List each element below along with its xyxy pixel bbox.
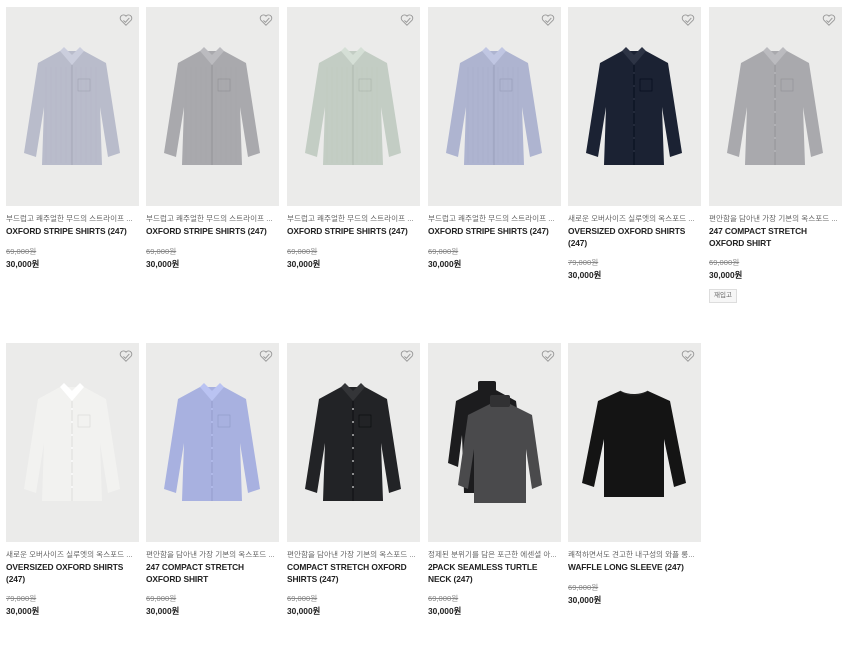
product-card[interactable]: 부드럽고 쾌주얼한 무드의 스트라이프 ... OXFORD STRIPE SH… xyxy=(6,7,139,270)
heart-icon[interactable] xyxy=(681,349,695,363)
product-card[interactable]: 편안함을 담아낸 가장 기본의 옥스포드 ... 247 COMPACT STR… xyxy=(146,343,279,617)
sale-price: 30,000원 xyxy=(287,258,321,269)
garment-image xyxy=(24,383,120,501)
garment-image xyxy=(586,47,682,165)
product-card[interactable]: 편안함을 담아낸 가장 기본의 옥스포드 ... 247 COMPACT STR… xyxy=(709,7,842,303)
original-price: 69,000원 xyxy=(6,246,37,256)
product-name[interactable]: OVERSIZED OXFORD SHIRTS (247) xyxy=(568,226,701,249)
product-card[interactable]: 편안함을 담아낸 가장 기본의 옥스포드 ... COMPACT STRETCH… xyxy=(287,343,420,617)
sale-price: 30,000원 xyxy=(709,270,743,280)
original-price: 69,000원 xyxy=(287,246,318,256)
product-description[interactable]: 편안함을 담아낸 가장 기본의 옥스포드 ... xyxy=(287,550,420,560)
heart-icon[interactable] xyxy=(541,13,555,27)
product-image[interactable] xyxy=(146,7,279,206)
product-description[interactable]: 새로운 오버사이즈 실루엣의 옥스포드 ... xyxy=(568,214,701,224)
garment-image xyxy=(305,47,401,165)
original-price: 79,000원 xyxy=(6,594,37,603)
heart-icon[interactable] xyxy=(400,13,414,27)
garment-image xyxy=(582,390,686,497)
product-card[interactable]: 부드럽고 쾌주얼한 무드의 스트라이프 ... OXFORD STRIPE SH… xyxy=(146,7,279,270)
product-image[interactable] xyxy=(428,7,561,206)
product-card[interactable]: 새로운 오버사이즈 실루엣의 옥스포드 ... OVERSIZED OXFORD… xyxy=(568,7,701,281)
garment-image xyxy=(164,383,260,501)
heart-icon[interactable] xyxy=(259,349,273,363)
product-description[interactable]: 편안함을 담아낸 가장 기본의 옥스포드 ... xyxy=(709,214,842,224)
product-card[interactable]: 새로운 오버사이즈 실루엣의 옥스포드 ... OVERSIZED OXFORD… xyxy=(6,343,139,617)
original-price: 69,000원 xyxy=(287,594,318,603)
sale-price: 30,000원 xyxy=(287,606,321,616)
original-price: 69,000원 xyxy=(428,594,459,603)
product-name[interactable]: WAFFLE LONG SLEEVE (247) xyxy=(568,562,701,574)
sale-price: 30,000원 xyxy=(568,270,602,280)
heart-icon[interactable] xyxy=(681,13,695,27)
product-name[interactable]: 247 COMPACT STRETCH OXFORD SHIRT xyxy=(146,562,279,585)
garment-image xyxy=(448,381,542,503)
product-name[interactable]: 2PACK SEAMLESS TURTLE NECK (247) xyxy=(428,562,561,585)
product-image[interactable] xyxy=(6,7,139,206)
product-name[interactable]: OXFORD STRIPE SHIRTS (247) xyxy=(287,226,420,238)
heart-icon[interactable] xyxy=(400,349,414,363)
garment-image xyxy=(727,47,823,165)
product-name[interactable]: OVERSIZED OXFORD SHIRTS (247) xyxy=(6,562,139,585)
product-description[interactable]: 부드럽고 쾌주얼한 무드의 스트라이프 ... xyxy=(287,214,420,224)
product-name[interactable]: OXFORD STRIPE SHIRTS (247) xyxy=(146,226,279,238)
restock-badge: 재입고 xyxy=(709,289,737,303)
original-price: 69,000원 xyxy=(709,258,740,267)
product-image[interactable] xyxy=(568,343,701,542)
product-image[interactable] xyxy=(568,7,701,206)
sale-price: 30,000원 xyxy=(568,594,602,605)
original-price: 69,000원 xyxy=(146,594,177,603)
sale-price: 30,000원 xyxy=(146,258,180,269)
product-card[interactable]: 정제된 분위기를 담은 포근한 에센셜 아... 2PACK SEAMLESS … xyxy=(428,343,561,617)
product-image[interactable] xyxy=(287,7,420,206)
product-description[interactable]: 정제된 분위기를 담은 포근한 에센셜 아... xyxy=(428,550,561,560)
product-description[interactable]: 부드럽고 쾌주얼한 무드의 스트라이프 ... xyxy=(6,214,139,224)
product-description[interactable]: 부드럽고 쾌주얼한 무드의 스트라이프 ... xyxy=(428,214,561,224)
product-image[interactable] xyxy=(709,7,842,206)
product-image[interactable] xyxy=(6,343,139,542)
product-card[interactable]: 쾌적하면서도 견고한 내구성의 와플 롱... WAFFLE LONG SLEE… xyxy=(568,343,701,606)
heart-icon[interactable] xyxy=(822,13,836,27)
heart-icon[interactable] xyxy=(119,349,133,363)
product-description[interactable]: 부드럽고 쾌주얼한 무드의 스트라이프 ... xyxy=(146,214,279,224)
original-price: 79,000원 xyxy=(568,258,599,267)
product-image[interactable] xyxy=(146,343,279,542)
sale-price: 30,000원 xyxy=(428,606,462,616)
heart-icon[interactable] xyxy=(119,13,133,27)
product-name[interactable]: OXFORD STRIPE SHIRTS (247) xyxy=(428,226,561,238)
sale-price: 30,000원 xyxy=(146,606,180,616)
original-price: 69,000원 xyxy=(146,246,177,256)
product-name[interactable]: 247 COMPACT STRETCH OXFORD SHIRT xyxy=(709,226,842,249)
garment-image xyxy=(164,47,260,165)
product-image[interactable] xyxy=(287,343,420,542)
product-name[interactable]: COMPACT STRETCH OXFORD SHIRTS (247) xyxy=(287,562,420,585)
product-description[interactable]: 새로운 오버사이즈 실루엣의 옥스포드 ... xyxy=(6,550,139,560)
heart-icon[interactable] xyxy=(259,13,273,27)
product-image[interactable] xyxy=(428,343,561,542)
garment-image xyxy=(305,383,401,501)
garment-image xyxy=(446,47,542,165)
sale-price: 30,000원 xyxy=(6,258,40,269)
sale-price: 30,000원 xyxy=(428,258,462,269)
original-price: 69,000원 xyxy=(568,582,599,592)
product-card[interactable]: 부드럽고 쾌주얼한 무드의 스트라이프 ... OXFORD STRIPE SH… xyxy=(287,7,420,270)
heart-icon[interactable] xyxy=(541,349,555,363)
sale-price: 30,000원 xyxy=(6,606,40,616)
garment-image xyxy=(24,47,120,165)
product-description[interactable]: 편안함을 담아낸 가장 기본의 옥스포드 ... xyxy=(146,550,279,560)
original-price: 69,000원 xyxy=(428,246,459,256)
product-description[interactable]: 쾌적하면서도 견고한 내구성의 와플 롱... xyxy=(568,550,701,560)
product-name[interactable]: OXFORD STRIPE SHIRTS (247) xyxy=(6,226,139,238)
product-card[interactable]: 부드럽고 쾌주얼한 무드의 스트라이프 ... OXFORD STRIPE SH… xyxy=(428,7,561,270)
